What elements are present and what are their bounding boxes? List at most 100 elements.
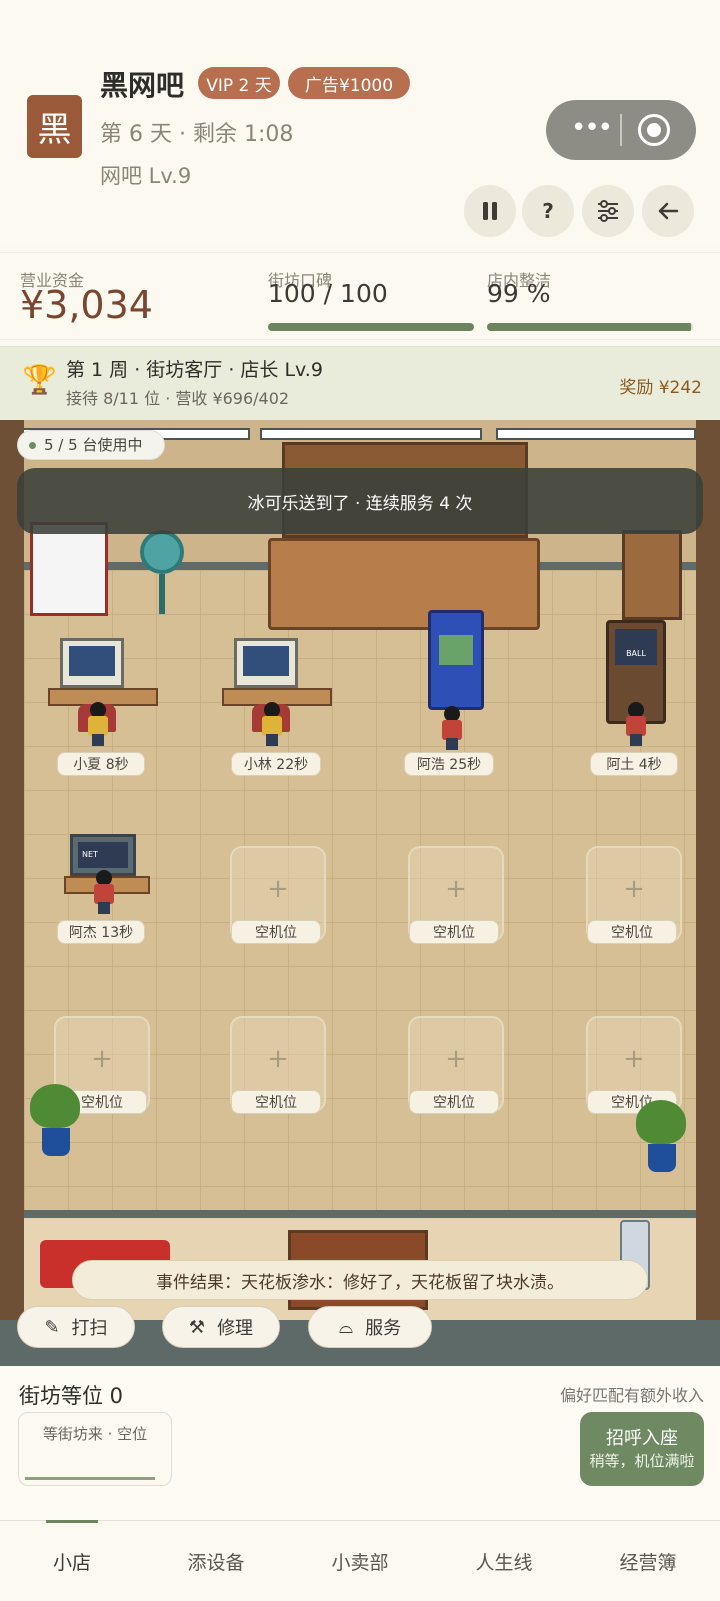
plus-icon: + bbox=[91, 1044, 113, 1074]
pinball-station[interactable]: BALL bbox=[586, 620, 696, 746]
potted-plant bbox=[636, 1100, 686, 1174]
clean-label: 打扫 bbox=[71, 1318, 108, 1339]
serve-label: 服务 bbox=[365, 1318, 402, 1339]
shop-name: 黑网吧 bbox=[100, 69, 185, 102]
cleanliness-bar-fill bbox=[487, 323, 691, 331]
repair-label: 修理 bbox=[217, 1318, 254, 1339]
plus-icon: + bbox=[445, 1044, 467, 1074]
week-progress: 接待 8/11 位 · 营收 ¥696/402 bbox=[66, 389, 290, 408]
potted-plant bbox=[30, 1084, 80, 1158]
reputation-bar bbox=[268, 323, 474, 331]
queue-slot-bar bbox=[25, 1477, 155, 1480]
customer bbox=[92, 870, 116, 914]
plus-icon: + bbox=[267, 874, 289, 904]
more-icon[interactable]: ••• bbox=[564, 100, 618, 160]
cleanliness-value: 99 % bbox=[487, 279, 551, 308]
stats-panel: 营业资金 ¥3,034 街坊口碑 100 / 100 店内整洁 99 % bbox=[0, 252, 720, 340]
repair-button[interactable]: ⚒ 修理 bbox=[162, 1306, 280, 1348]
seat-timer: 阿土 4秒 bbox=[590, 752, 678, 776]
tab-add-equipment[interactable]: 添设备 bbox=[144, 1521, 288, 1601]
clean-button[interactable]: ✎ 打扫 bbox=[17, 1306, 135, 1348]
reputation-bar-fill bbox=[268, 323, 474, 331]
right-wall bbox=[696, 420, 720, 1366]
standing-fan bbox=[140, 530, 184, 620]
seat-timer: 阿浩 25秒 bbox=[404, 752, 494, 776]
queue-hint: 偏好匹配有额外收入 bbox=[559, 1386, 704, 1405]
vip-badge[interactable]: VIP 2 天 bbox=[198, 67, 280, 99]
week-reward: 奖励 ¥242 bbox=[619, 378, 702, 398]
tab-ledger[interactable]: 经营簿 bbox=[576, 1521, 720, 1601]
drink-fridge[interactable] bbox=[30, 522, 108, 616]
serving-tray-icon: ⌓ bbox=[338, 1316, 354, 1338]
trophy-icon: 🏆 bbox=[22, 363, 57, 396]
empty-slot-label: 空机位 bbox=[587, 920, 677, 944]
customer bbox=[624, 702, 648, 746]
seat-timer: 小林 22秒 bbox=[231, 752, 321, 776]
help-button[interactable]: ? bbox=[522, 185, 574, 237]
pause-button[interactable] bbox=[464, 185, 516, 237]
greet-seat-sublabel: 稍等，机位满啦 bbox=[589, 1452, 695, 1470]
queue-title: 街坊等位 0 bbox=[19, 1384, 124, 1408]
plus-icon: + bbox=[623, 874, 645, 904]
monitor bbox=[60, 638, 124, 688]
usage-badge: 5 / 5 台使用中 bbox=[17, 430, 166, 460]
sliders-icon bbox=[598, 200, 618, 222]
shop-level: 网吧 Lv.9 bbox=[100, 164, 192, 188]
empty-slot-label: 空机位 bbox=[231, 1090, 321, 1114]
close-target-icon[interactable] bbox=[638, 114, 670, 146]
arrow-left-icon bbox=[658, 202, 679, 220]
computer-station[interactable] bbox=[222, 638, 332, 758]
broom-icon: ✎ bbox=[44, 1316, 60, 1338]
weekly-goal-banner[interactable]: 🏆 第 1 周 · 街坊客厅 · 店长 Lv.9 接待 8/11 位 · 营收 … bbox=[0, 346, 720, 420]
tab-snack-bar[interactable]: 小卖部 bbox=[288, 1521, 432, 1601]
glass-cabinet bbox=[622, 530, 682, 620]
pinball-screen-text: BALL bbox=[615, 629, 657, 665]
miniprogram-capsule: ••• bbox=[546, 100, 696, 160]
plus-icon: + bbox=[623, 1044, 645, 1074]
customer bbox=[86, 702, 110, 746]
plus-icon: + bbox=[445, 874, 467, 904]
app-icon: 黑 bbox=[27, 95, 82, 158]
seat-timer: 阿杰 13秒 bbox=[57, 920, 145, 944]
arcade-station[interactable] bbox=[404, 610, 514, 750]
greet-seat-label: 招呼入座 bbox=[606, 1428, 678, 1449]
empty-slot-label: 空机位 bbox=[409, 1090, 499, 1114]
queue-slot-card: 等街坊来 · 空位 bbox=[18, 1412, 172, 1486]
customer bbox=[440, 706, 464, 750]
bottom-tab-bar: 小店 添设备 小卖部 人生线 经营簿 bbox=[0, 1520, 720, 1600]
pause-icon bbox=[483, 202, 497, 220]
funds-value: ¥3,034 bbox=[20, 283, 153, 327]
wall-window bbox=[260, 428, 482, 440]
empty-slot-label: 空机位 bbox=[231, 920, 321, 944]
empty-slot-label: 空机位 bbox=[409, 920, 499, 944]
seat-timer: 小夏 8秒 bbox=[57, 752, 145, 776]
back-button[interactable] bbox=[642, 185, 694, 237]
tv-screen-text: NET bbox=[78, 842, 128, 868]
event-result-banner: 事件结果：天花板渗水：修好了，天花板留了块水渍。 bbox=[72, 1260, 648, 1300]
waiting-queue-panel: 街坊等位 0 偏好匹配有额外收入 等街坊来 · 空位 招呼入座 稍等，机位满啦 bbox=[0, 1366, 720, 1520]
tab-shop[interactable]: 小店 bbox=[0, 1520, 144, 1601]
serve-button[interactable]: ⌓ 服务 bbox=[308, 1306, 432, 1348]
wall-window bbox=[496, 428, 696, 440]
tab-life-line[interactable]: 人生线 bbox=[432, 1521, 576, 1601]
toast-message: 冰可乐送到了 · 连续服务 4 次 bbox=[17, 468, 703, 534]
left-wall bbox=[0, 420, 24, 1366]
arcade-cabinet bbox=[428, 610, 484, 710]
plus-icon: + bbox=[267, 1044, 289, 1074]
cleanliness-bar bbox=[487, 323, 693, 331]
week-title: 第 1 周 · 街坊客厅 · 店长 Lv.9 bbox=[66, 359, 323, 381]
capsule-divider bbox=[620, 114, 622, 146]
day-timer: 第 6 天 · 剩余 1:08 bbox=[100, 122, 294, 147]
greet-seat-button[interactable]: 招呼入座 稍等，机位满啦 bbox=[580, 1412, 704, 1486]
help-icon: ? bbox=[542, 199, 554, 223]
monitor bbox=[234, 638, 298, 688]
wrench-icon: ⚒ bbox=[188, 1316, 206, 1338]
computer-station[interactable] bbox=[48, 638, 158, 758]
shop-scene[interactable]: 小夏 8秒 小林 22秒 阿浩 25秒 BALL 阿土 4秒 NET 阿杰 13… bbox=[0, 420, 720, 1366]
ad-reward-badge[interactable]: 广告¥1000 bbox=[288, 67, 410, 99]
customer bbox=[260, 702, 284, 746]
queue-slot-label: 等街坊来 · 空位 bbox=[42, 1425, 148, 1443]
settings-button[interactable] bbox=[582, 185, 634, 237]
header: 黑 黑网吧 VIP 2 天 广告¥1000 第 6 天 · 剩余 1:08 网吧… bbox=[0, 0, 720, 246]
reputation-value: 100 / 100 bbox=[268, 279, 388, 308]
